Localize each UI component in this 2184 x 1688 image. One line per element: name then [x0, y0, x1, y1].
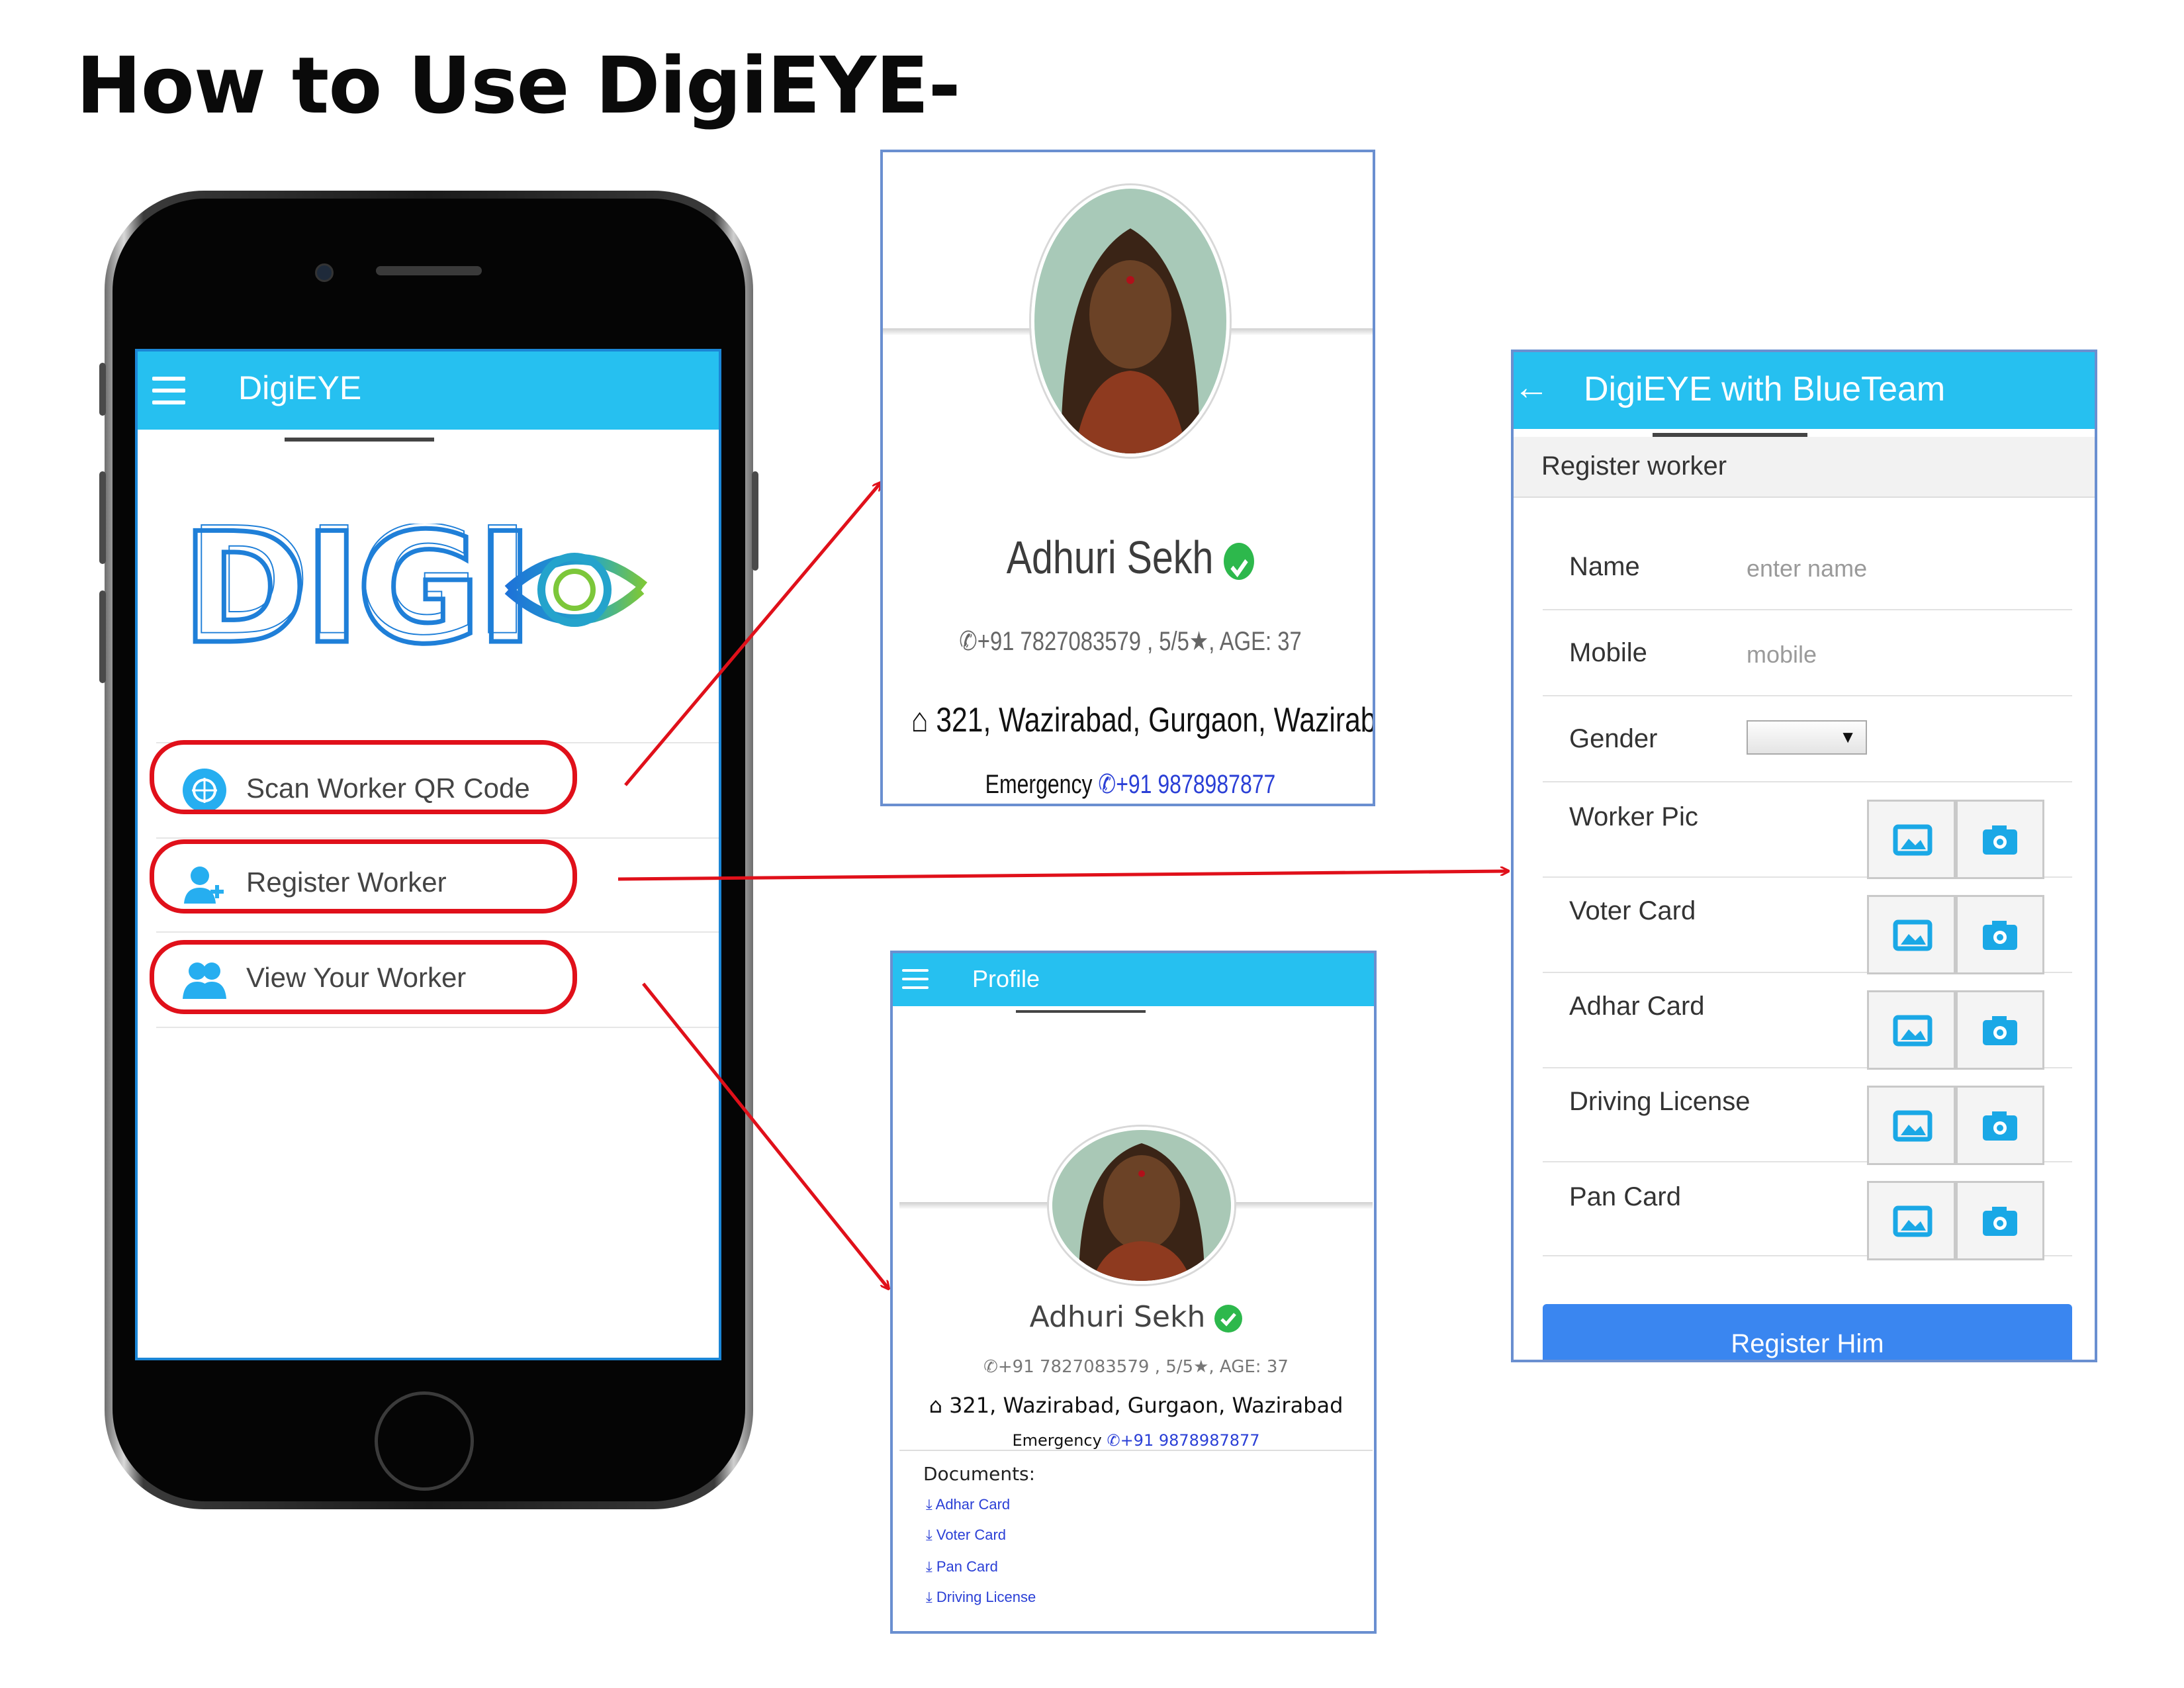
document-link-adhar-card[interactable]: ⤓ Adhar Card — [926, 1496, 1010, 1513]
upload-label: Driving License — [1569, 1087, 1751, 1116]
address-row: ⌂ 321, Wazirabad, Gurgaon, Wazirabad — [893, 1393, 1374, 1418]
name-input[interactable]: enter name — [1747, 555, 1867, 583]
profile-title: Profile — [972, 965, 1040, 992]
register-app-bar: ← DigiEYE with BlueTeam — [1514, 352, 2095, 429]
hamburger-menu-icon[interactable] — [902, 968, 929, 992]
gender-field-row: Gender ▼ — [1543, 696, 2072, 782]
document-link-voter-card[interactable]: ⤓ Voter Card — [926, 1526, 1006, 1544]
camera-button[interactable] — [1956, 990, 2044, 1070]
gallery-button[interactable] — [1867, 990, 1956, 1070]
upload-label: Pan Card — [1569, 1182, 1681, 1211]
upload-row-worker-pic: Worker Pic — [1543, 781, 2072, 879]
worker-name-row: Adhuri Sekh — [893, 1300, 1374, 1334]
camera-button[interactable] — [1956, 800, 2044, 879]
profile-card: Adhuri Sekh ✆+91 7827083579 , 5/5★, AGE:… — [880, 150, 1375, 806]
download-icon: ⤓ — [926, 1496, 933, 1513]
name-field-row: Name enter name — [1543, 526, 2072, 610]
gallery-button[interactable] — [1867, 1181, 1956, 1260]
mobile-field-row: Mobile mobile — [1543, 610, 2072, 696]
divider — [899, 1450, 1373, 1451]
upload-label: Adhar Card — [1569, 992, 1705, 1021]
worker-name-row: Adhuri Sekh — [927, 531, 1333, 584]
view-worker-screen: Profile Adhuri Sekh ✆+91 7827083579 , 5/… — [890, 951, 1377, 1634]
emergency-label: Emergency — [1012, 1431, 1102, 1450]
address-row: ⌂ 321, Wazirabad, Gurgaon, Wazirabad — [911, 700, 1373, 740]
register-subheader: Register worker — [1514, 437, 2095, 498]
register-worker-screen: ← DigiEYE with BlueTeam Register worker … — [1511, 350, 2097, 1362]
register-app-title: DigiEYE with BlueTeam — [1584, 370, 1946, 408]
document-link-driving-license[interactable]: ⤓ Driving License — [926, 1589, 1036, 1606]
emergency-phone-icon: ✆ — [1098, 770, 1116, 799]
emergency-phone-icon: ✆ — [1107, 1431, 1120, 1450]
worker-photo — [1049, 1127, 1234, 1284]
camera-button[interactable] — [1956, 1181, 2044, 1260]
worker-name: Adhuri Sekh — [1006, 532, 1214, 583]
document-link-pan-card[interactable]: ⤓ Pan Card — [926, 1558, 998, 1575]
phone-info: +91 7827083579 , 5/5★, AGE: 37 — [997, 1357, 1289, 1377]
gender-label: Gender — [1569, 724, 1658, 753]
download-icon: ⤓ — [926, 1558, 933, 1575]
upload-row-pan-card: Pan Card — [1543, 1161, 2072, 1260]
tab-indicator — [1016, 1010, 1146, 1013]
phone-info-row: ✆+91 7827083579 , 5/5★, AGE: 37 — [927, 626, 1333, 657]
upload-row-adhar-card: Adhar Card — [1543, 972, 2072, 1070]
upload-row-voter-card: Voter Card — [1543, 876, 2072, 974]
camera-icon — [1983, 921, 2017, 950]
register-subtitle: Register worker — [1541, 451, 1727, 481]
dropdown-arrow-icon: ▼ — [1839, 727, 1856, 747]
home-icon: ⌂ — [911, 701, 929, 739]
profile-app-bar: Profile — [893, 953, 1374, 1006]
emergency-row: Emergency ✆+91 9878987877 — [933, 769, 1328, 800]
phone-icon: ✆ — [959, 627, 978, 656]
gallery-icon — [1893, 1205, 1933, 1237]
mobile-label: Mobile — [1569, 638, 1647, 667]
upload-label: Voter Card — [1569, 896, 1696, 925]
camera-button[interactable] — [1956, 1086, 2044, 1165]
worker-name: Adhuri Sekh — [1029, 1300, 1206, 1334]
upload-row-driving-license: Driving License — [1543, 1067, 2072, 1165]
address: 321, Wazirabad, Gurgaon, Wazirabad — [936, 701, 1375, 739]
gallery-button[interactable] — [1867, 1086, 1956, 1165]
gallery-button[interactable] — [1867, 895, 1956, 974]
worker-photo — [1031, 185, 1230, 457]
home-icon: ⌂ — [929, 1393, 942, 1418]
name-label: Name — [1569, 552, 1640, 581]
gender-select[interactable]: ▼ — [1747, 720, 1867, 755]
camera-icon — [1983, 1207, 2017, 1236]
verified-icon — [1224, 542, 1255, 580]
address: 321, Wazirabad, Gurgaon, Wazirabad — [949, 1393, 1343, 1418]
gallery-icon — [1893, 919, 1933, 951]
phone-icon: ✆ — [983, 1357, 998, 1377]
emergency-label: Emergency — [985, 770, 1093, 799]
gallery-icon — [1893, 1015, 1933, 1047]
mobile-input[interactable]: mobile — [1747, 641, 1817, 669]
phone-info: +91 7827083579 , 5/5★, AGE: 37 — [977, 627, 1302, 656]
gallery-button[interactable] — [1867, 800, 1956, 879]
register-him-button[interactable]: Register Him — [1543, 1304, 2072, 1360]
camera-icon — [1983, 1111, 2017, 1141]
emergency-number[interactable]: +91 9878987877 — [1116, 770, 1275, 799]
camera-button[interactable] — [1956, 895, 2044, 974]
emergency-number[interactable]: +91 9878987877 — [1120, 1431, 1260, 1450]
phone-info-row: ✆+91 7827083579 , 5/5★, AGE: 37 — [893, 1357, 1374, 1377]
documents-heading: Documents: — [923, 1463, 1036, 1485]
upload-label: Worker Pic — [1569, 802, 1698, 831]
download-icon: ⤓ — [926, 1589, 933, 1605]
back-arrow-icon[interactable]: ← — [1514, 367, 1549, 408]
camera-icon — [1983, 1016, 2017, 1045]
gallery-icon — [1893, 1110, 1933, 1142]
camera-icon — [1983, 825, 2017, 855]
emergency-row: Emergency ✆+91 9878987877 — [893, 1431, 1374, 1450]
verified-icon — [1214, 1305, 1243, 1333]
register-him-label: Register Him — [1731, 1329, 1884, 1358]
gallery-icon — [1893, 824, 1933, 856]
download-icon: ⤓ — [926, 1526, 933, 1543]
